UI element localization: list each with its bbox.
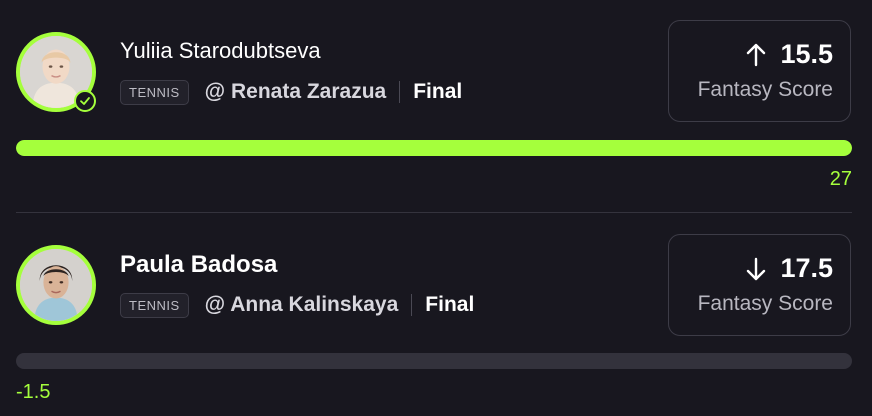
sport-badge: TENNIS xyxy=(120,79,189,105)
stat-type: Fantasy Score xyxy=(697,78,833,101)
line-value: 17.5 xyxy=(780,253,833,283)
pick-card[interactable]: Yuliia Starodubtseva TENNIS @ Renata Zar… xyxy=(0,0,872,212)
game-meta: TENNIS @ Anna Kalinskaya Final xyxy=(120,291,474,319)
progress-fill xyxy=(16,140,852,156)
opponent-label: @ Anna Kalinskaya xyxy=(204,293,399,316)
game-meta: TENNIS @ Renata Zarazua Final xyxy=(120,78,462,106)
projection-box[interactable]: 15.5 Fantasy Score xyxy=(668,20,851,122)
result-value: 27 xyxy=(829,168,852,190)
projection-line: 15.5 xyxy=(746,39,833,70)
opponent-label: @ Renata Zarazua xyxy=(204,80,387,103)
result-value: -1.5 xyxy=(16,381,51,403)
player-photo xyxy=(20,249,92,321)
progress-bar xyxy=(16,353,852,369)
game-status: Final xyxy=(413,80,463,103)
player-avatar xyxy=(16,245,96,325)
projection-line: 17.5 xyxy=(746,253,833,284)
meta-divider xyxy=(411,294,413,316)
arrow-up-icon xyxy=(747,43,766,66)
stat-type: Fantasy Score xyxy=(697,292,833,315)
progress-bar xyxy=(16,140,852,156)
arrow-down-icon xyxy=(747,257,766,280)
verified-check-icon xyxy=(74,90,96,112)
player-name: Paula Badosa xyxy=(120,251,278,278)
line-value: 15.5 xyxy=(780,39,833,69)
sport-badge: TENNIS xyxy=(120,292,189,318)
meta-divider xyxy=(399,81,401,103)
game-status: Final xyxy=(425,293,475,316)
player-name: Yuliia Starodubtseva xyxy=(120,38,321,63)
pick-card[interactable]: Paula Badosa TENNIS @ Anna Kalinskaya Fi… xyxy=(0,213,872,416)
projection-box[interactable]: 17.5 Fantasy Score xyxy=(668,234,851,336)
